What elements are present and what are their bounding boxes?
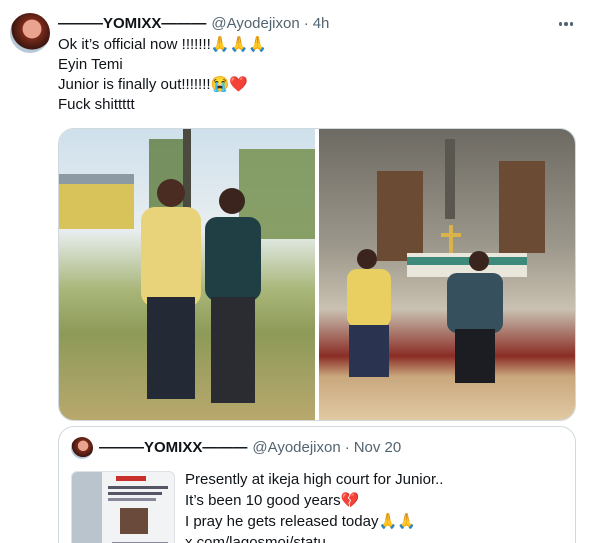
quoted-author-avatar[interactable] <box>71 437 93 459</box>
quoted-tweet[interactable]: ———YOMIXX——— @Ayodejixon · Nov 20 Presen… <box>58 426 576 543</box>
author-handle[interactable]: @Ayodejixon <box>211 15 299 32</box>
quoted-tweet-header: ———YOMIXX——— @Ayodejixon · Nov 20 <box>99 439 401 456</box>
tweet-header: ———YOMIXX——— @Ayodejixon · 4h <box>58 13 329 33</box>
church-photo-illustration <box>347 139 545 383</box>
quoted-tweet-text: Presently at ikeja high court for Junior… <box>185 469 443 543</box>
quoted-media-thumbnail <box>71 471 175 543</box>
tweet-text-line: Junior is finally out!!!!!!!😭❤️ <box>58 76 248 93</box>
media-photo-outdoors[interactable] <box>59 129 315 420</box>
header-separator: · <box>303 14 309 32</box>
tweet-text-line: Ok it’s official now !!!!!!!🙏🙏🙏 <box>58 36 267 53</box>
outdoors-photo-illustration <box>59 129 315 403</box>
quoted-author-handle: @Ayodejixon <box>252 439 341 456</box>
more-horizontal-icon[interactable] <box>552 12 580 36</box>
quoted-header-separator: · <box>344 439 350 456</box>
tweet-text-line: Eyin Temi <box>58 56 123 73</box>
author-avatar[interactable] <box>10 13 50 53</box>
media-photo-church-altar[interactable] <box>319 129 575 420</box>
tweet-media-grid <box>58 128 576 421</box>
tweet-text: Ok it’s official now !!!!!!!🙏🙏🙏 Eyin Tem… <box>58 35 267 115</box>
tweet[interactable]: ———YOMIXX——— @Ayodejixon · 4h Ok it’s of… <box>0 0 596 543</box>
quoted-text-line: I pray he gets released today🙏🙏 <box>185 513 416 530</box>
quoted-text-line: Presently at ikeja high court for Junior… <box>185 471 444 488</box>
quoted-author-display-name: ———YOMIXX——— <box>99 439 248 456</box>
news-page-thumbnail-illustration <box>72 472 168 543</box>
author-display-name[interactable]: ———YOMIXX——— <box>58 15 206 32</box>
quoted-timestamp: Nov 20 <box>353 439 402 456</box>
tweet-text-line: Fuck shittttt <box>58 96 135 113</box>
quoted-text-link[interactable]: x.com/lagosmoi/statu… <box>185 532 443 543</box>
quoted-text-line: It’s been 10 good years💔 <box>185 492 360 509</box>
tweet-timestamp[interactable]: 4h <box>313 15 330 32</box>
